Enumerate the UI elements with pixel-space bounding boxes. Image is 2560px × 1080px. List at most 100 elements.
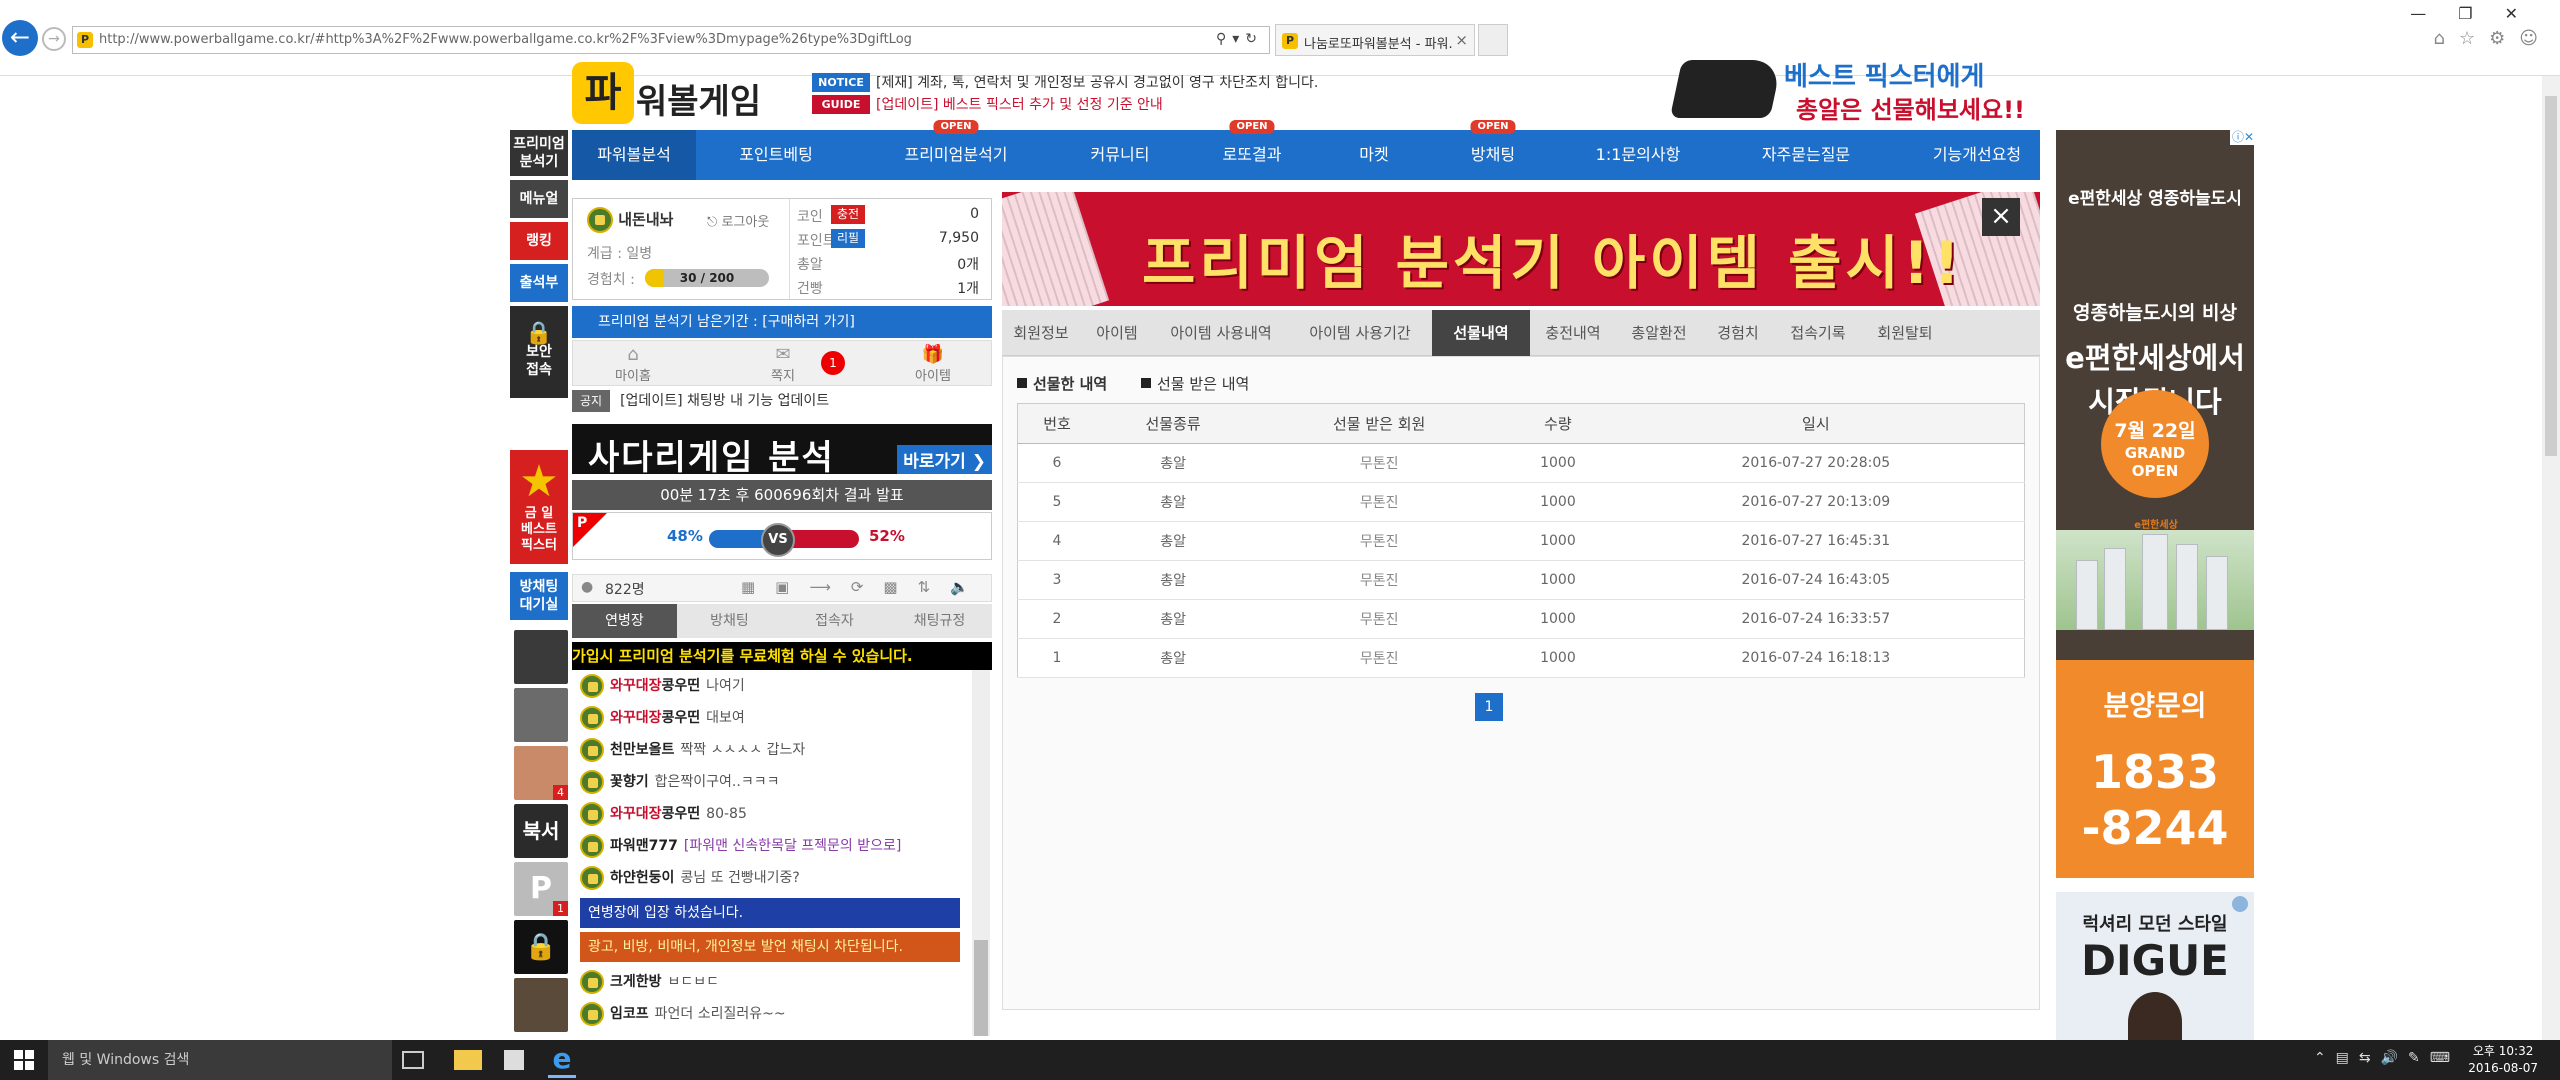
right-ad-banner-2[interactable]: 럭셔리 모던 스타일 DIGUE bbox=[2056, 892, 2254, 1042]
new-tab-button[interactable] bbox=[1478, 24, 1508, 56]
tab-0[interactable]: 회원정보 bbox=[1002, 310, 1080, 356]
message-link[interactable]: ✉ 쪽지 bbox=[733, 345, 833, 385]
ladder-go-button[interactable]: 바로가기 ❯ bbox=[897, 445, 992, 474]
chat-tab-1[interactable]: 방채팅 bbox=[677, 604, 782, 638]
sidebar-button-0[interactable]: 프리미엄 분석기 bbox=[510, 130, 568, 176]
table-cell[interactable]: 무톤진 bbox=[1250, 521, 1509, 561]
table-cell[interactable]: 무톤진 bbox=[1250, 443, 1509, 483]
chat-user-avatar[interactable]: P1 bbox=[514, 862, 568, 916]
ladder-game-banner[interactable]: 사다리게임 분석 바로가기 ❯ bbox=[572, 424, 992, 478]
chat-message[interactable]: 임코프 파언더 소리질러유~~ bbox=[572, 998, 970, 1030]
nav-item-6[interactable]: 방채팅 OPEN bbox=[1428, 120, 1558, 180]
nav-item-1[interactable]: 포인트베팅 bbox=[696, 130, 856, 180]
sidebar-button-1[interactable]: 메뉴얼 bbox=[510, 180, 568, 218]
chat-message[interactable]: 크게한방 ㅂㄷㅂㄷ bbox=[572, 966, 970, 998]
chat-nick[interactable]: 꽃향기 bbox=[610, 774, 649, 790]
chat-nick[interactable]: 임코프 bbox=[610, 1006, 649, 1022]
taskbar-search[interactable]: 웹 및 Windows 검색 bbox=[48, 1040, 392, 1080]
nav-item-9[interactable]: 기능개선요청 bbox=[1894, 130, 2060, 180]
nav-item-4[interactable]: 로또결과 OPEN bbox=[1184, 120, 1320, 180]
tab-1[interactable]: 아이템 bbox=[1080, 310, 1154, 356]
sidebar-button-2[interactable]: 랭킹 bbox=[510, 222, 568, 260]
chat-tab-3[interactable]: 채팅규정 bbox=[887, 604, 992, 638]
chat-message[interactable]: 파워맨777 [파워맨 신속한목달 프젝문의 받으로] bbox=[572, 830, 970, 862]
tab-close-icon[interactable]: × bbox=[1455, 31, 1468, 49]
edge-ie-icon[interactable]: e bbox=[548, 1042, 576, 1078]
chat-user-avatar[interactable]: 🔒 bbox=[514, 920, 568, 974]
right-ad-banner[interactable]: ⓘ✕ e편한세상 영종하늘도시 영종하늘도시의 비상 e편한세상에서 시작됩니다… bbox=[2056, 130, 2254, 878]
tab-4[interactable]: 선물내역 bbox=[1432, 310, 1530, 356]
chat-nick[interactable]: 천만보올트 bbox=[610, 742, 674, 758]
chat-message[interactable]: 와꾸대장콩우띤 나여기 bbox=[572, 670, 970, 702]
file-explorer-icon[interactable] bbox=[454, 1050, 482, 1070]
ad-close-icon[interactable]: ⓘ✕ bbox=[2229, 130, 2254, 145]
tab-7[interactable]: 경험치 bbox=[1702, 310, 1774, 356]
forward-button[interactable]: → bbox=[42, 27, 66, 51]
page-scroll-thumb[interactable] bbox=[2545, 96, 2557, 456]
tab-9[interactable]: 회원탈퇴 bbox=[1862, 310, 1948, 356]
tab-3[interactable]: 아이템 사용기간 bbox=[1288, 310, 1432, 356]
notice-text[interactable]: [제재] 계좌, 톡, 연락처 및 개인정보 공유시 경고없이 영구 차단조치 … bbox=[876, 75, 1318, 91]
nav-item-8[interactable]: 자주묻는질문 bbox=[1718, 130, 1894, 180]
my-home-link[interactable]: ⌂ 마이홈 bbox=[583, 345, 683, 385]
stat-action-button[interactable]: 충전 bbox=[831, 205, 866, 224]
chat-message[interactable]: 와꾸대장콩우띤 대보여 bbox=[572, 702, 970, 734]
premium-item-banner[interactable]: 프리미엄 분석기 아이템 출시!! × bbox=[1002, 192, 2040, 306]
address-bar[interactable]: P http://www.powerballgame.co.kr/#http%3… bbox=[72, 26, 1270, 54]
system-tray[interactable]: ⌃▤⇆🔊✎⌨ bbox=[2314, 1050, 2460, 1066]
url-text[interactable]: http://www.powerballgame.co.kr/#http%3A%… bbox=[99, 32, 912, 47]
table-cell[interactable]: 무톤진 bbox=[1250, 560, 1509, 600]
chat-user-avatar[interactable] bbox=[514, 688, 568, 742]
chat-message[interactable]: 꽃향기 합은짝이구여..ㅋㅋㅋ bbox=[572, 766, 970, 798]
tab-6[interactable]: 총알환전 bbox=[1616, 310, 1702, 356]
best-pickster-button[interactable]: ★ 금 일 베스트 픽스터 bbox=[510, 450, 568, 564]
toolbar-icons[interactable]: ⌂☆⚙☺ bbox=[2434, 28, 2552, 49]
table-cell[interactable]: 무톤진 bbox=[1250, 599, 1509, 639]
chat-user-avatar[interactable] bbox=[514, 978, 568, 1032]
task-view-icon[interactable] bbox=[402, 1051, 424, 1069]
waiting-room-button[interactable]: 방채팅 대기실 bbox=[510, 572, 568, 620]
clock[interactable]: 오후 10:32 2016-08-07 bbox=[2468, 1043, 2538, 1077]
nav-item-2[interactable]: 프리미엄분석기 OPEN bbox=[856, 120, 1056, 180]
window-controls[interactable]: —❐✕ bbox=[2410, 4, 2550, 23]
nav-item-0[interactable]: 파워볼분석 bbox=[572, 130, 696, 180]
chat-nick[interactable]: 파워맨777 bbox=[610, 838, 678, 854]
chat-message[interactable]: 하얀헌둥이 콩님 또 건빵내기중? bbox=[572, 862, 970, 894]
chat-nick[interactable]: 하얀헌둥이 bbox=[610, 870, 674, 886]
chat-nick[interactable]: 크게한방 bbox=[610, 974, 662, 990]
sidebar-button-3[interactable]: 출석부 bbox=[510, 264, 568, 302]
site-logo[interactable]: 파 워볼게임 bbox=[572, 62, 782, 126]
side-notice[interactable]: 공지 [업데이트] 채팅방 내 기능 업데이트 bbox=[572, 388, 992, 414]
premium-period-bar[interactable]: 프리미엄 분석기 남은기간 : [구매하러 가기] bbox=[572, 306, 992, 338]
back-button[interactable]: ← bbox=[2, 20, 38, 56]
chat-nick[interactable]: 와꾸대장콩우띤 bbox=[610, 678, 700, 694]
notice-row-2[interactable]: GUIDE [업데이트] 베스트 픽스터 추가 및 선정 기준 안내 bbox=[812, 94, 1163, 114]
table-cell[interactable]: 무톤진 bbox=[1250, 482, 1509, 522]
logout-button[interactable]: ⎋ 로그아웃 bbox=[707, 211, 769, 230]
nav-item-3[interactable]: 커뮤니티 bbox=[1056, 130, 1184, 180]
chat-toolbar-icons[interactable]: ▦▣⟶⟳▩⇅🔈 bbox=[741, 578, 989, 596]
chat-message[interactable]: 천만보올트 짝짝 ㅅㅅㅅㅅ 갑느자 bbox=[572, 734, 970, 766]
chat-nick[interactable]: 와꾸대장콩우띤 bbox=[610, 710, 700, 726]
chat-tab-0[interactable]: 연병장 bbox=[572, 604, 677, 638]
chat-messages[interactable]: 와꾸대장콩우띤 나여기 와꾸대장콩우띤 대보여 천만보올트 짝짝 ㅅㅅㅅㅅ 갑느자 꽃향기 합… bbox=[572, 670, 970, 1036]
stat-action-button[interactable]: 리필 bbox=[831, 229, 866, 248]
tab-2[interactable]: 아이템 사용내역 bbox=[1154, 310, 1288, 356]
guide-text[interactable]: [업데이트] 베스트 픽스터 추가 및 선정 기준 안내 bbox=[876, 97, 1163, 113]
notice-row-1[interactable]: NOTICE [제재] 계좌, 톡, 연락처 및 개인정보 공유시 경고없이 영구… bbox=[812, 72, 1318, 92]
item-link[interactable]: 🎁 아이템 bbox=[883, 345, 983, 385]
subtab-received[interactable]: 선물 받은 내역 bbox=[1141, 373, 1249, 394]
sidebar-button-4[interactable]: 🔒 보안 접속 bbox=[510, 306, 568, 398]
address-actions[interactable]: ⚲▾↻ bbox=[1216, 31, 1263, 47]
chat-user-avatar[interactable] bbox=[514, 630, 568, 684]
nav-item-7[interactable]: 1:1문의사항 bbox=[1558, 130, 1718, 180]
nav-item-5[interactable]: 마켓 bbox=[1320, 130, 1428, 180]
tab-8[interactable]: 접속기록 bbox=[1774, 310, 1862, 356]
chat-scrollbar[interactable] bbox=[972, 670, 990, 1036]
table-cell[interactable]: 무톤진 bbox=[1250, 638, 1509, 678]
chat-nick[interactable]: 와꾸대장콩우띤 bbox=[610, 806, 700, 822]
banner-close-icon[interactable]: × bbox=[1982, 198, 2020, 236]
page-1-button[interactable]: 1 bbox=[1475, 693, 1503, 721]
chat-tab-2[interactable]: 접속자 bbox=[782, 604, 887, 638]
side-notice-text[interactable]: [업데이트] 채팅방 내 기능 업데이트 bbox=[620, 393, 829, 409]
